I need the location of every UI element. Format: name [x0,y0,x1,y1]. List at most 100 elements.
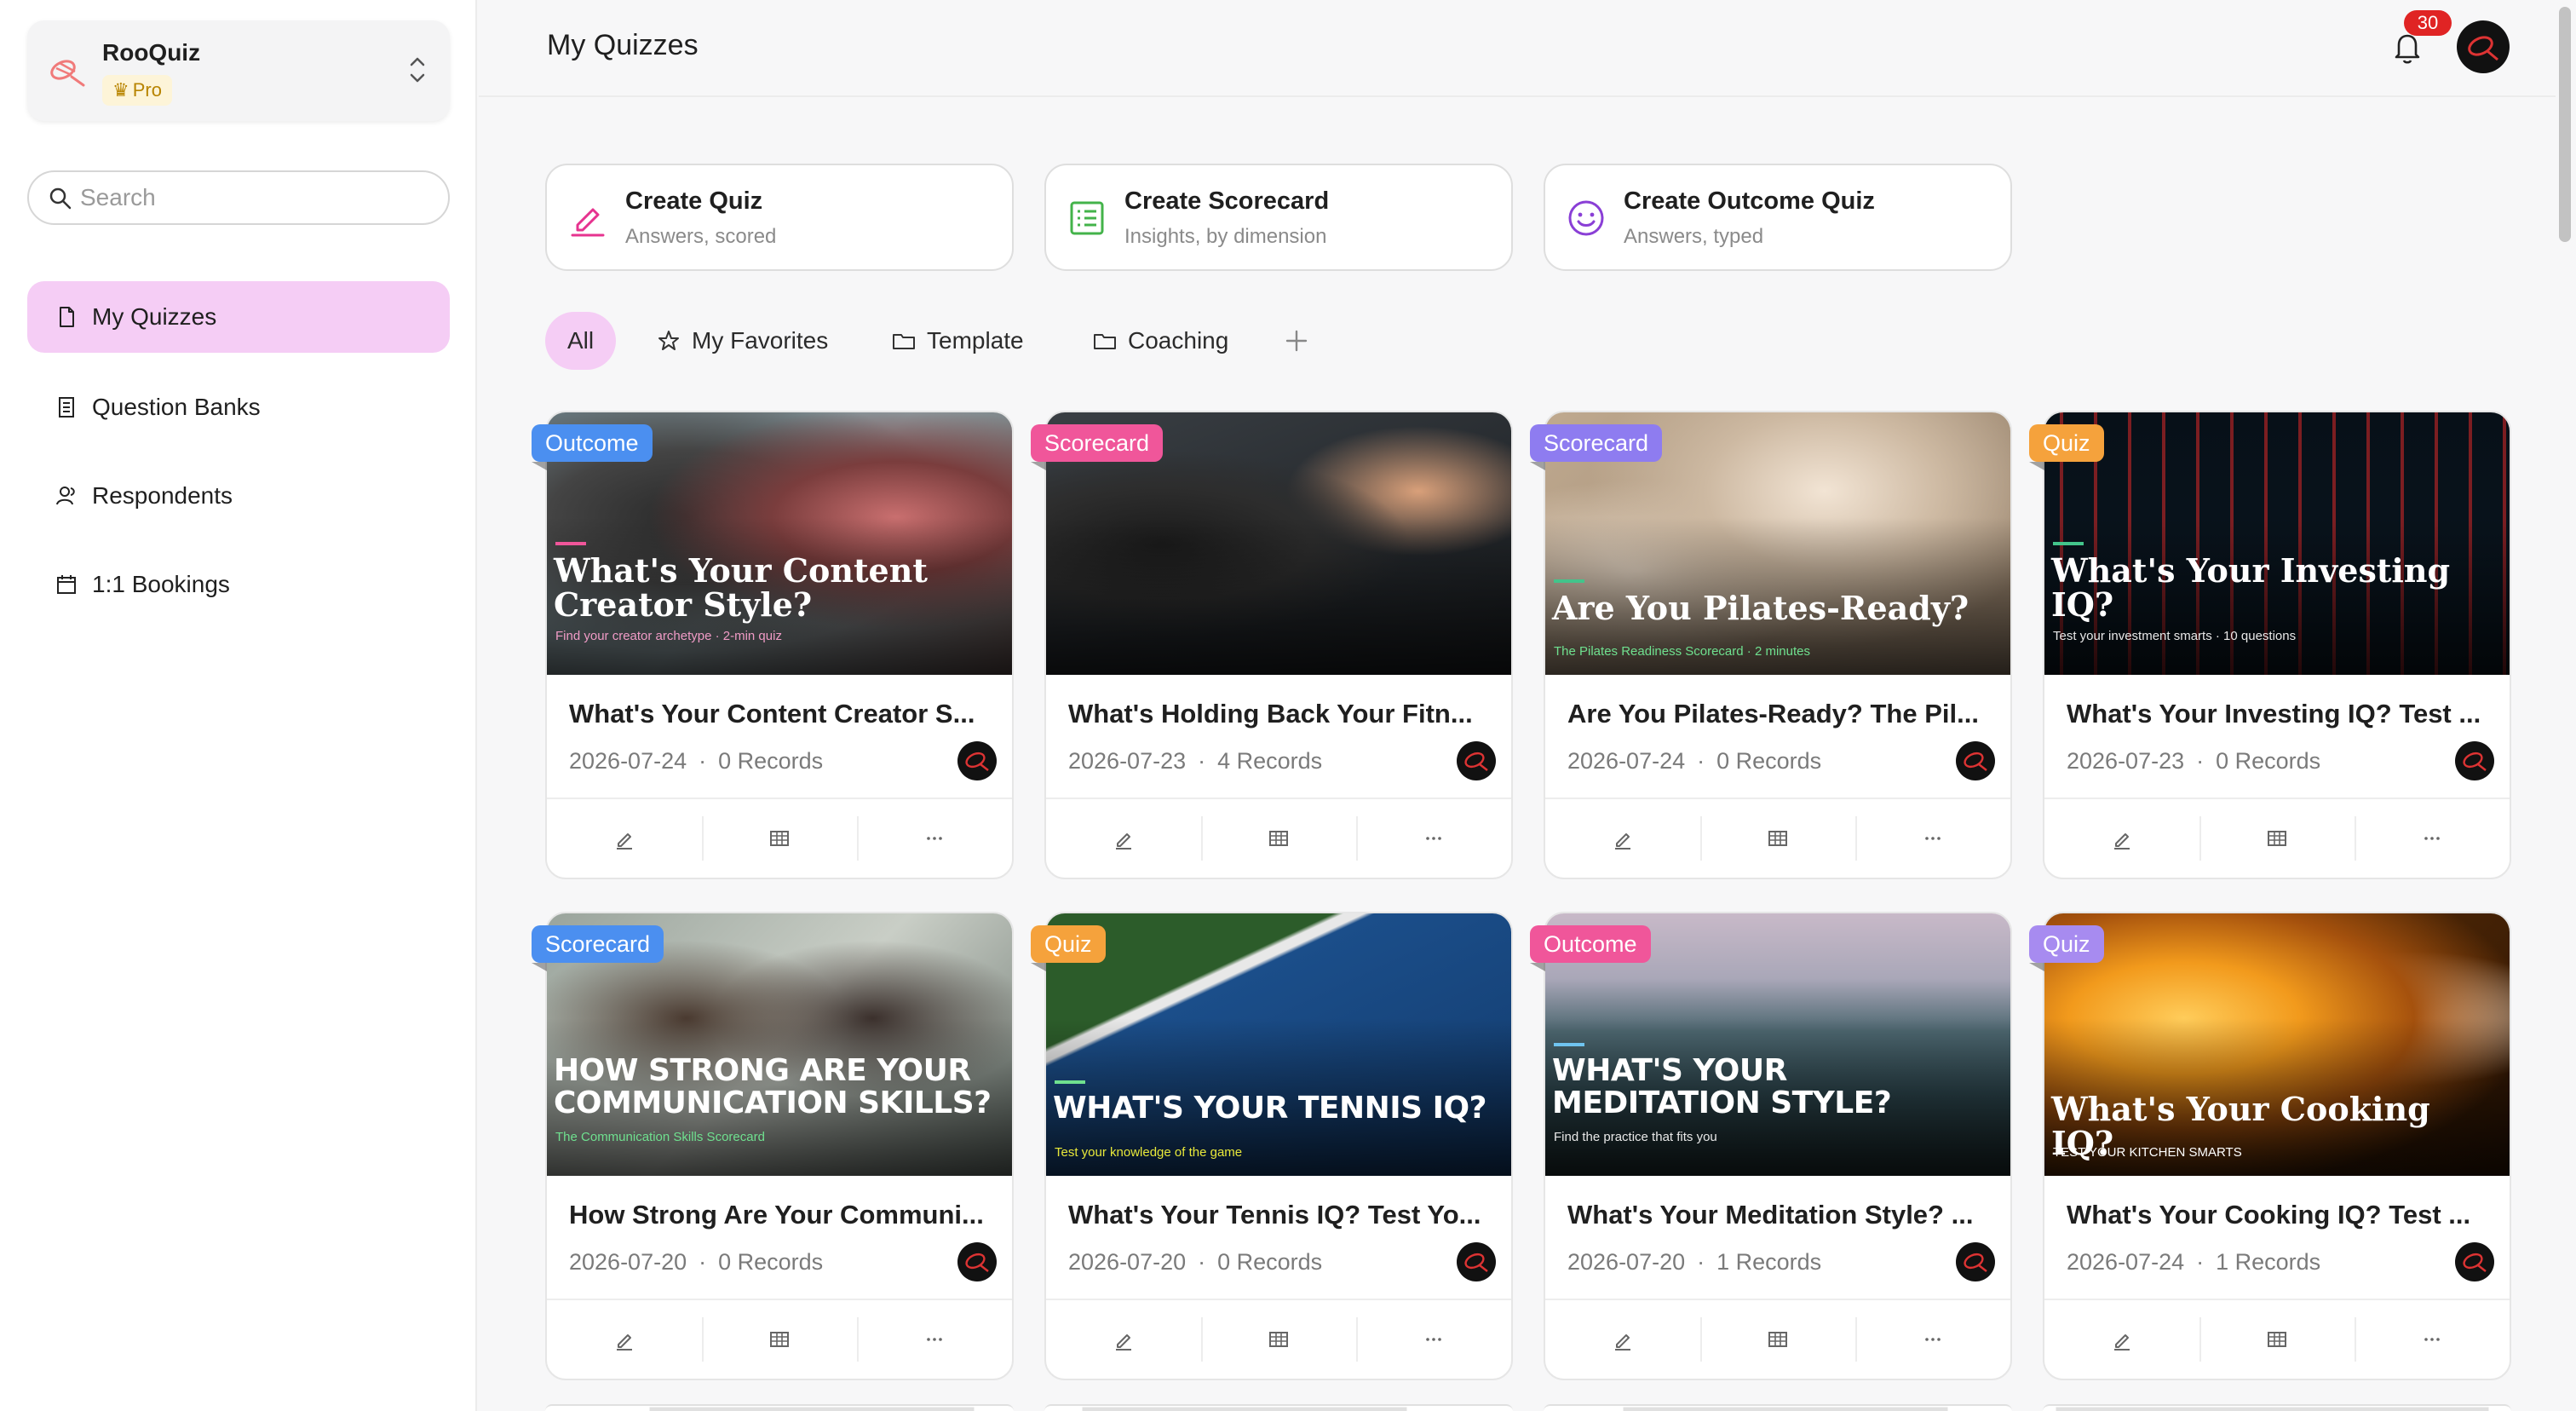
view-results-button[interactable] [1201,813,1356,864]
create-outcome-subtitle: Answers, typed [1624,225,1764,248]
quiz-title[interactable]: What's Your Meditation Style? ... [1567,1200,1993,1230]
scrollbar-thumb[interactable] [2559,7,2571,242]
quiz-title[interactable]: What's Your Cooking IQ? Test ... [2067,1200,2493,1230]
sidebar-item-label: Respondents [92,482,233,509]
create-scorecard-button[interactable]: Create Scorecard Insights, by dimension [1044,164,1513,271]
edit-quiz-button[interactable] [2044,813,2199,864]
quiz-card[interactable]: HOW STRONG ARE YOUR COMMUNICATION SKILLS… [532,912,1014,1380]
quiz-title[interactable]: What's Your Tennis IQ? Test Yo... [1068,1200,1494,1230]
view-results-button[interactable] [2199,1314,2355,1365]
file-icon [60,307,74,327]
view-results-button[interactable] [2199,813,2355,864]
tab-template[interactable]: Template [891,312,1024,370]
quiz-records: 0 Records [718,1249,824,1275]
edit-icon [1116,833,1131,849]
create-scorecard-title: Create Scorecard [1124,187,1330,215]
quiz-meta: 2026-07-20 · 0 Records [1068,1249,1322,1276]
quiz-title[interactable]: How Strong Are Your Communi... [569,1200,995,1230]
pencil-icon [571,208,605,237]
edit-quiz-button[interactable] [547,813,702,864]
cover-title: Are You Pilates-Ready? [1552,589,1969,627]
quiz-card[interactable]: Scorecard What's Holding Back Your Fitn.… [1031,411,1513,879]
folder-icon [893,334,915,349]
quiz-title[interactable]: What's Your Investing IQ? Test ... [2067,699,2493,729]
search-input[interactable] [80,179,438,216]
quiz-date: 2026-07-20 [569,1249,687,1275]
cover-subtitle: The Pilates Readiness Scorecard · 2 minu… [1554,644,1810,659]
more-options-button[interactable] [1356,813,1511,864]
quiz-meta: 2026-07-23 · 4 Records [1068,748,1322,775]
edit-quiz-button[interactable] [1545,813,1700,864]
quiz-card[interactable]: What's Your Cooking IQ? TEST YOUR KITCHE… [2029,912,2511,1380]
edit-quiz-button[interactable] [1046,813,1201,864]
owner-avatar [1457,1242,1496,1281]
more-icon [1426,1338,1441,1341]
quiz-cover-image[interactable]: What's Your Cooking IQ? TEST YOUR KITCHE… [2044,913,2510,1176]
quiz-title[interactable]: Are You Pilates-Ready? The Pil... [1567,699,1993,729]
quiz-records: 0 Records [1217,1249,1323,1275]
plan-badge: ♛ Pro [102,75,172,106]
cover-subtitle: Find the practice that fits you [1554,1130,1717,1144]
meta-separator: · [1697,1249,1705,1275]
cover-subtitle: The Communication Skills Scorecard [555,1130,765,1144]
user-avatar[interactable] [2457,20,2510,73]
more-options-button[interactable] [857,813,1012,864]
cover-title: What's Your Content Creator Style? [554,551,928,624]
tab-label: Coaching [1128,327,1229,354]
quiz-records: 0 Records [1716,748,1822,774]
more-options-button[interactable] [1855,1314,2010,1365]
quiz-title[interactable]: What's Holding Back Your Fitn... [1068,699,1494,729]
quiz-card[interactable]: WHAT'S YOUR TENNIS IQ? Test your knowled… [1031,912,1513,1380]
edit-quiz-button[interactable] [547,1314,702,1365]
tab-coaching[interactable]: Coaching [1092,312,1228,370]
smiley-icon [1568,200,1604,236]
quiz-date: 2026-07-20 [1068,1249,1187,1275]
quiz-card[interactable]: What's Your Content Creator Style? Find … [532,411,1014,879]
tab-all[interactable]: All [545,312,617,370]
more-icon [1925,1338,1941,1341]
view-results-button[interactable] [702,813,857,864]
cover-title: HOW STRONG ARE YOUR COMMUNICATION SKILLS… [554,1053,992,1120]
sidebar-item-question-banks[interactable]: Question Banks [27,371,450,443]
quiz-cover-image[interactable]: What's Your Investing IQ? Test your inve… [2044,412,2510,675]
sidebar-item-label: Question Banks [92,394,261,420]
add-folder-icon[interactable] [1283,327,1310,354]
sidebar-item-my-quizzes[interactable]: My Quizzes [27,281,450,353]
quiz-title[interactable]: What's Your Content Creator S... [569,699,995,729]
more-options-button[interactable] [1356,1314,1511,1365]
edit-icon [1615,833,1630,849]
view-results-button[interactable] [1201,1314,1356,1365]
quiz-card[interactable]: Are You Pilates-Ready? The Pilates Readi… [1530,411,2012,879]
quiz-card[interactable]: WHAT'S YOUR MEDITATION STYLE? Find the p… [1530,912,2012,1380]
create-quiz-button[interactable]: Create Quiz Answers, scored [545,164,1014,271]
table-icon [1269,1332,1288,1347]
edit-quiz-button[interactable] [1046,1314,1201,1365]
view-results-button[interactable] [1700,1314,1855,1365]
more-options-button[interactable] [1855,813,2010,864]
avatar-logo-icon [965,1253,989,1272]
sidebar-item-respondents[interactable]: Respondents [27,460,450,532]
avatar-logo-icon [1964,1253,1987,1272]
edit-icon [617,833,632,849]
view-results-button[interactable] [1700,813,1855,864]
quiz-cover-image[interactable]: WHAT'S YOUR TENNIS IQ? Test your knowled… [1046,913,1511,1176]
create-outcome-quiz-button[interactable]: Create Outcome Quiz Answers, typed [1544,164,2012,271]
tab-my-favorites[interactable]: My Favorites [656,312,828,370]
more-options-button[interactable] [857,1314,1012,1365]
quiz-meta: 2026-07-20 · 1 Records [1567,1249,1821,1276]
more-options-button[interactable] [2355,1314,2510,1365]
more-icon [2424,837,2440,840]
edit-quiz-button[interactable] [1545,1314,1700,1365]
table-icon [770,831,789,846]
workspace-switcher[interactable]: RooQuiz ♛ Pro [27,20,450,121]
view-results-button[interactable] [702,1314,857,1365]
edit-quiz-button[interactable] [2044,1314,2199,1365]
plan-label: Pro [132,79,162,101]
quiz-records: 4 Records [1217,748,1323,774]
search-box[interactable] [27,170,450,225]
table-icon [2268,831,2286,846]
meta-separator: · [2196,1249,2205,1275]
sidebar-item-bookings[interactable]: 1:1 Bookings [27,549,450,620]
quiz-card[interactable]: What's Your Investing IQ? Test your inve… [2029,411,2511,879]
more-options-button[interactable] [2355,813,2510,864]
